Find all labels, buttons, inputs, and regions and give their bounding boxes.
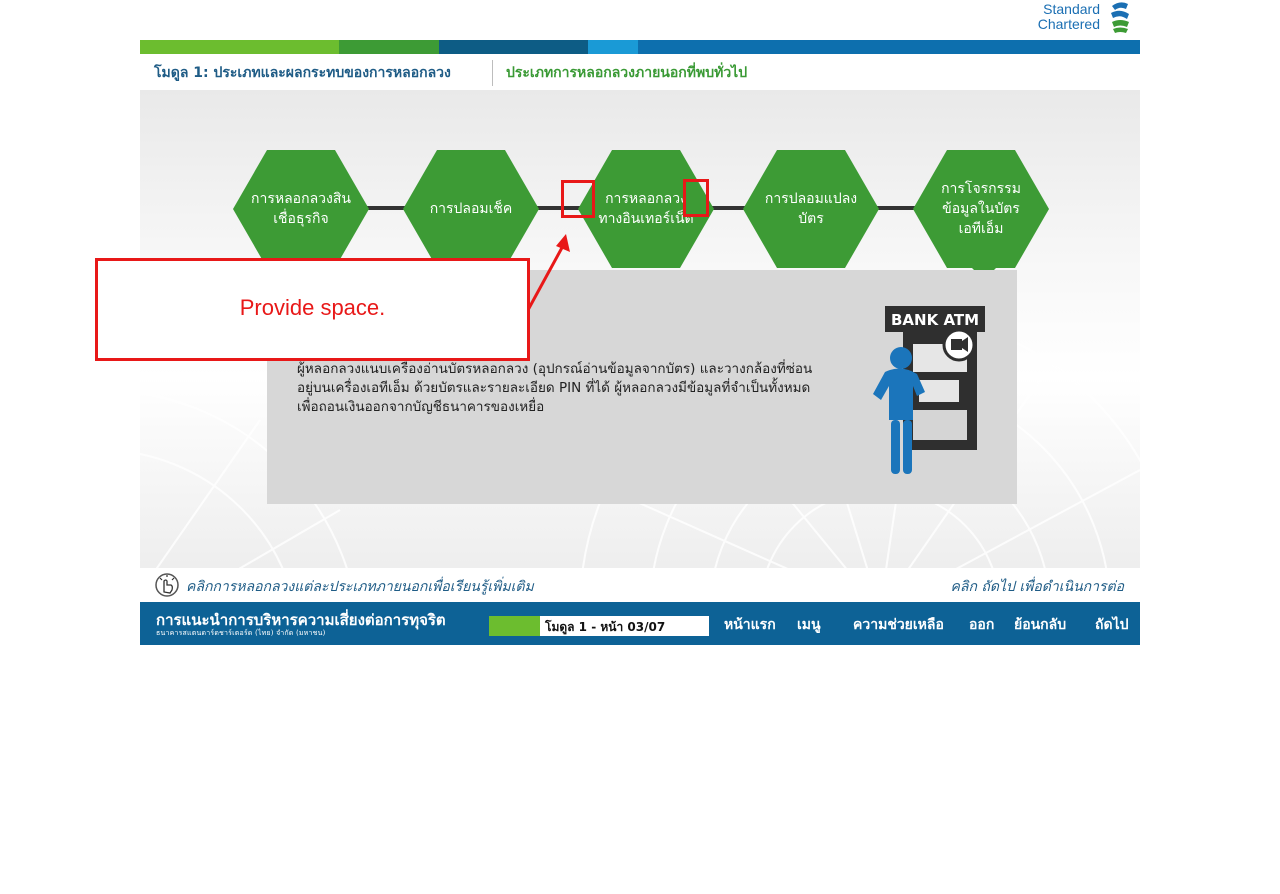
stripe-segment [588, 40, 638, 54]
instruction-row: คลิกการหลอกลวงแต่ละประเภทภายนอกเพื่อเรีย… [140, 570, 1140, 600]
section-title: ประเภทการหลอกลวงภายนอกที่พบทั่วไป [506, 65, 748, 81]
progress-fill [489, 616, 540, 636]
module-title: โมดูล 1: ประเภทและผลกระทบของการหลอกลวง [154, 65, 451, 81]
progress-bar: โมดูล 1 - หน้า 03/07 [489, 616, 709, 636]
exit-button[interactable]: ออก [969, 614, 994, 636]
back-button[interactable]: ย้อนกลับ [1014, 614, 1066, 636]
breadcrumb: โมดูล 1: ประเภทและผลกระทบของการหลอกลวง ป… [140, 56, 1140, 90]
home-button[interactable]: หน้าแรก [724, 614, 776, 636]
hand-click-icon [155, 573, 179, 597]
hex-label: การโจรกรรมข้อมูลในบัตรเอทีเอ็ม [941, 181, 1021, 237]
annotation-marker-box [561, 180, 595, 218]
logo-swirl-icon [1111, 2, 1129, 33]
brand-color-stripe [140, 40, 1140, 54]
atm-illustration-icon: BANK ATM [873, 306, 985, 474]
annotation-marker-box [683, 179, 709, 217]
stripe-segment [638, 40, 1140, 54]
annotation-text: Provide space. [239, 295, 386, 320]
detail-description: ผู้หลอกลวงแนบเครื่องอ่านบัตรหลอกลวง (อุป… [297, 361, 813, 415]
course-subtitle: ธนาคารสแตนดาร์ดชาร์เตอร์ด (ไทย) จำกัด (ม… [156, 629, 326, 637]
breadcrumb-divider [492, 60, 493, 86]
stripe-segment [439, 40, 588, 54]
help-button[interactable]: ความช่วยเหลือ [853, 614, 944, 636]
hex-label: การหลอกลวงสินเชื่อธุรกิจ [251, 191, 351, 227]
standard-chartered-logo: Standard Chartered [1030, 0, 1140, 36]
hex-label: การปลอมแปลงบัตร [764, 191, 858, 227]
logo-line-1: Standard [1043, 1, 1100, 17]
instruction-right: คลิก ถัดไป เพื่อดำเนินการต่อ [950, 579, 1124, 595]
instruction-left: คลิกการหลอกลวงแต่ละประเภทภายนอกเพื่อเรีย… [186, 579, 534, 595]
menu-button[interactable]: เมนู [797, 614, 821, 636]
stripe-segment [140, 40, 339, 54]
atm-sign-text: BANK ATM [891, 311, 979, 329]
progress-label: โมดูล 1 - หน้า 03/07 [545, 620, 666, 634]
stripe-segment [339, 40, 439, 54]
logo-line-2: Chartered [1037, 16, 1100, 32]
annotation-callout: Provide space. [95, 258, 530, 361]
footer-nav-bar: การแนะนำการบริหารความเสี่ยงต่อการทุจริต … [140, 602, 1140, 645]
hex-label: การปลอมเช็ค [429, 201, 513, 217]
next-button[interactable]: ถัดไป [1095, 614, 1129, 636]
